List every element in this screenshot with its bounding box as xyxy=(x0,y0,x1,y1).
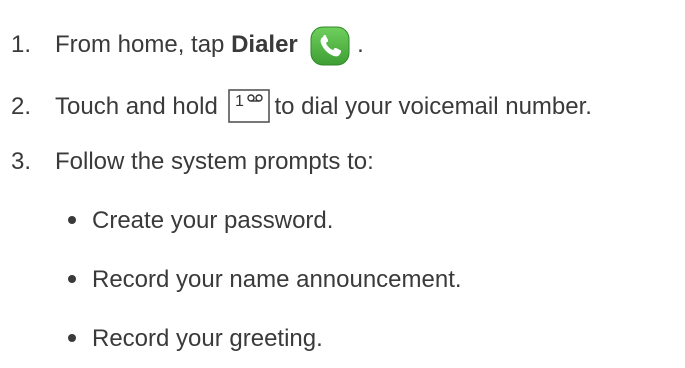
step-3: 3. Follow the system prompts to: xyxy=(11,148,374,176)
step-2: 2. Touch and hold 1 to dial your voicemai… xyxy=(11,89,592,123)
list-item: Create your password. xyxy=(66,207,333,235)
dialer-label: Dialer xyxy=(231,31,298,58)
list-item: Record your greeting. xyxy=(66,325,323,353)
step-2-number: 2. xyxy=(11,93,32,120)
step-1-text: From home, tap xyxy=(55,31,232,58)
step-3-text: Follow the system prompts to: xyxy=(55,148,374,175)
list-item: Record your name announcement. xyxy=(66,266,462,294)
step-1: 1. From home, tap Dialer . xyxy=(11,26,364,66)
bullet-icon xyxy=(68,275,76,284)
step-1-period: . xyxy=(350,31,364,58)
dialer-phone-icon xyxy=(310,26,350,66)
svg-text:1: 1 xyxy=(235,93,244,110)
bullet-text: Create your password. xyxy=(92,207,334,234)
bullet-icon xyxy=(68,334,76,343)
step-2-text-before: Touch and hold xyxy=(55,93,218,120)
step-3-number: 3. xyxy=(11,148,32,175)
bullet-text: Record your name announcement. xyxy=(92,266,462,293)
voicemail-key-1-icon: 1 xyxy=(228,89,271,123)
step-1-number: 1. xyxy=(11,31,32,58)
bullet-text: Record your greeting. xyxy=(92,325,323,352)
bullet-icon xyxy=(68,216,76,225)
step-2-text-after: to dial your voicemail number. xyxy=(274,93,592,120)
